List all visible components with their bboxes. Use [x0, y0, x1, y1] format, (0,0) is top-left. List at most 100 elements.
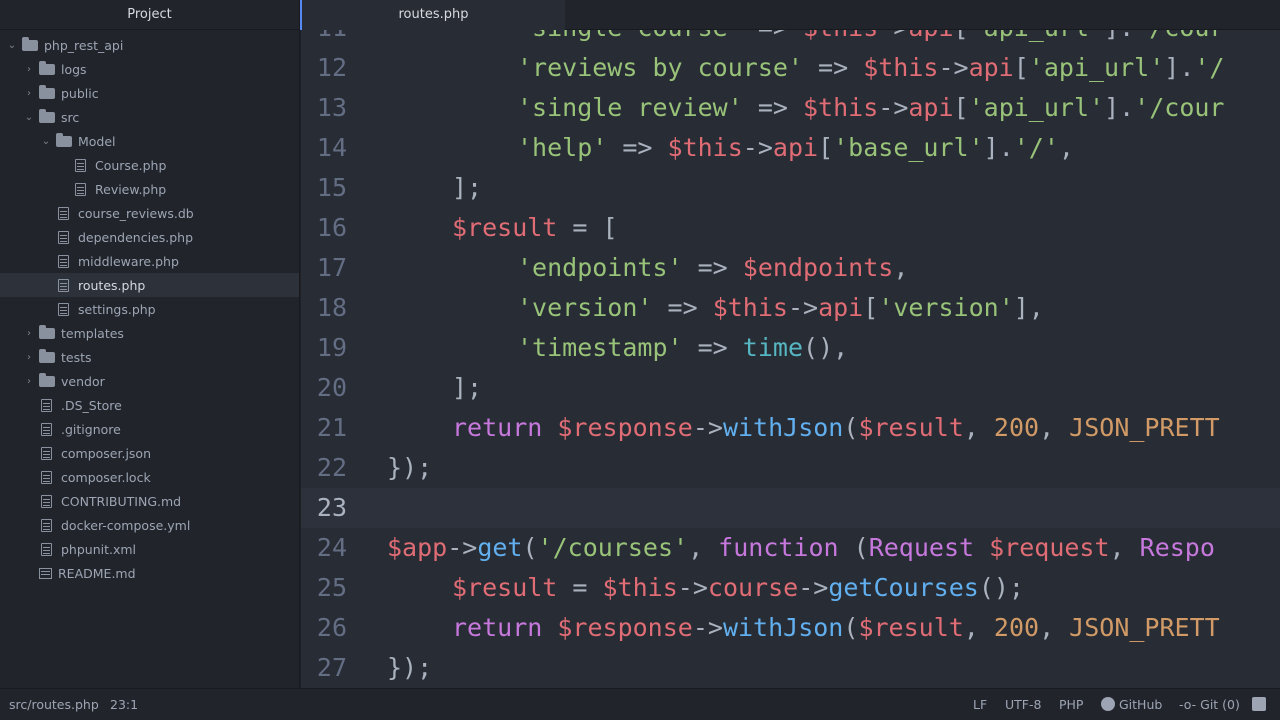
code-token: 'endpoints': [517, 253, 683, 282]
tree-item[interactable]: › public: [0, 81, 299, 105]
code-token: 200: [993, 413, 1040, 442]
status-grammar[interactable]: PHP: [1059, 689, 1083, 720]
tree-item[interactable]: .DS_Store: [0, 393, 299, 417]
code-line: 25 $result = $this->course->getCourses();: [301, 568, 1280, 608]
code-token: ,: [688, 533, 719, 562]
chevron-down-icon[interactable]: ⌄: [6, 40, 18, 51]
code-token: '/: [1194, 53, 1225, 82]
file-icon: [41, 494, 52, 508]
code-token: api: [908, 93, 954, 122]
code-token: ,: [1039, 413, 1070, 442]
code-line: 16 $result = [: [301, 208, 1280, 248]
status-line-ending[interactable]: LF: [973, 689, 987, 720]
tree-item[interactable]: .gitignore: [0, 417, 299, 441]
folder-icon: [39, 372, 55, 387]
tree-item[interactable]: composer.json: [0, 441, 299, 465]
tree-item-label: docker-compose.yml: [61, 517, 191, 533]
line-content: return $response->withJson($result, 200,…: [347, 408, 1220, 448]
file-icon: [75, 158, 86, 172]
tree-item[interactable]: README.md: [0, 561, 299, 585]
folder-icon: [39, 108, 55, 123]
code-token: [: [818, 133, 834, 162]
code-line: 26 return $response->withJson($result, 20…: [301, 608, 1280, 648]
line-content: 'endpoints' => $endpoints,: [347, 248, 908, 288]
chevron-right-icon[interactable]: ›: [23, 328, 35, 339]
code-token: JSON_PRETT: [1069, 613, 1220, 642]
tree-item[interactable]: phpunit.xml: [0, 537, 299, 561]
code-token: JSON_PRETT: [1069, 413, 1220, 442]
file-icon: [41, 470, 52, 484]
code-token: course: [707, 573, 799, 602]
file-icon: [41, 398, 52, 412]
status-file-path[interactable]: src/routes.php: [9, 689, 99, 720]
status-github[interactable]: GitHub: [1101, 689, 1162, 720]
tree-item-label: dependencies.php: [78, 229, 194, 245]
tree-item[interactable]: Course.php: [0, 153, 299, 177]
code-token: Respo: [1139, 533, 1215, 562]
folder-icon: [39, 84, 55, 99]
chevron-right-icon[interactable]: ›: [23, 352, 35, 363]
tree-item[interactable]: settings.php: [0, 297, 299, 321]
feedback-icon[interactable]: [1252, 689, 1266, 720]
line-number: 23: [316, 493, 347, 522]
tree-item-label: course_reviews.db: [78, 205, 194, 221]
code-token: return: [452, 613, 543, 642]
code-token: ,: [1039, 613, 1070, 642]
status-cursor-position[interactable]: 23:1: [110, 689, 138, 720]
line-number: 27: [316, 653, 347, 682]
tree-item[interactable]: course_reviews.db: [0, 201, 299, 225]
status-encoding[interactable]: UTF-8: [1005, 689, 1041, 720]
code-line: 12'reviews by course' => $this->api['api…: [301, 48, 1280, 88]
code-token: 'reviews by course': [517, 53, 803, 82]
tree-item[interactable]: ⌄ src: [0, 105, 299, 129]
tree-item[interactable]: dependencies.php: [0, 225, 299, 249]
tree-item[interactable]: › logs: [0, 57, 299, 81]
tree-item-label: composer.json: [61, 445, 152, 461]
tree-item[interactable]: ⌄ php_rest_api: [0, 33, 299, 57]
code-token: withJson: [722, 413, 844, 442]
code-token: 'api_url': [1028, 53, 1165, 82]
tree-item-label: Course.php: [95, 157, 167, 173]
code-token: });: [387, 653, 433, 682]
code-line: 20];: [301, 368, 1280, 408]
tree-item[interactable]: composer.lock: [0, 465, 299, 489]
tree-item[interactable]: routes.php: [0, 273, 299, 297]
tree-item[interactable]: Review.php: [0, 177, 299, 201]
code-token: ->: [787, 293, 819, 322]
code-token: 'help': [517, 133, 608, 162]
chevron-right-icon[interactable]: ›: [23, 376, 35, 387]
tree-item[interactable]: docker-compose.yml: [0, 513, 299, 537]
tree-item[interactable]: › vendor: [0, 369, 299, 393]
tab-routes-php[interactable]: routes.php: [300, 0, 565, 30]
line-content: });: [347, 648, 432, 688]
tree-item[interactable]: › templates: [0, 321, 299, 345]
code-token: $result: [858, 413, 964, 442]
line-number: 20: [316, 373, 347, 402]
line-content: $app->get('/courses', function (Request …: [347, 528, 1215, 568]
status-git[interactable]: -o- Git (0): [1179, 689, 1240, 720]
chevron-right-icon[interactable]: ›: [23, 64, 35, 75]
folder-icon: [39, 348, 55, 363]
code-token: api: [908, 30, 953, 42]
tab-bar: routes.php: [300, 0, 1280, 30]
tree-item[interactable]: middleware.php: [0, 249, 299, 273]
tree-item[interactable]: › tests: [0, 345, 299, 369]
tree-item[interactable]: ⌄ Model: [0, 129, 299, 153]
line-number: 19: [316, 333, 347, 362]
code-token: =>: [682, 253, 743, 282]
code-token: =>: [607, 133, 668, 162]
chevron-down-icon[interactable]: ⌄: [40, 136, 52, 147]
line-content: $result = [: [347, 208, 618, 248]
chevron-right-icon[interactable]: ›: [23, 88, 35, 99]
line-number: 17: [316, 253, 347, 282]
chevron-down-icon[interactable]: ⌄: [23, 112, 35, 123]
folder-icon: [56, 132, 72, 147]
line-number: 11: [301, 30, 347, 48]
tree-item[interactable]: CONTRIBUTING.md: [0, 489, 299, 513]
folder-icon: [39, 324, 55, 339]
code-token: ,: [1058, 133, 1074, 162]
code-editor[interactable]: 11'single course' => $this->api['api_url…: [301, 30, 1280, 688]
code-token: (: [522, 533, 538, 562]
tree-item-label: tests: [61, 349, 92, 365]
